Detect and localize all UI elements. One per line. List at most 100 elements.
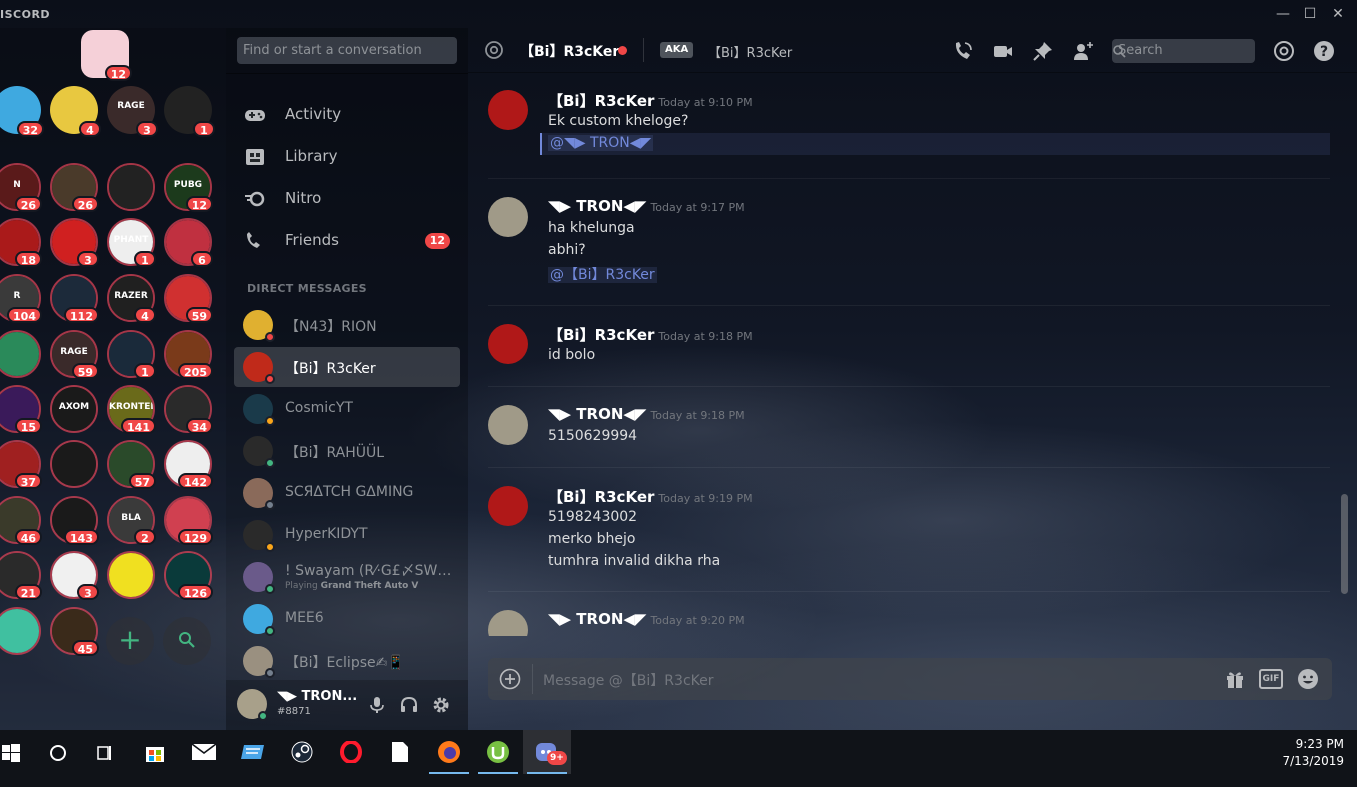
message-scrollbar[interactable] [1341,494,1348,594]
dm-item[interactable]: ! Swayam (R⁄·G£〆SW… Playing Grand Theft A… [234,557,460,597]
user-mention[interactable]: @【Bi】R3cKer [548,267,657,283]
nav-nitro[interactable]: Nitro [234,181,460,217]
message-avatar[interactable] [488,610,528,636]
discover-servers-button[interactable] [163,617,211,665]
firefox-app[interactable] [425,730,473,774]
server-icon[interactable]: 1 [107,330,156,379]
dm-item[interactable]: SCЯΔTCH GΔΜΙΝG [234,473,460,513]
server-icon[interactable]: PUBG 12 [164,163,213,212]
find-conversation-input[interactable]: Find or start a conversation [237,37,457,64]
dm-item[interactable]: HyperKIDYT [234,515,460,555]
dm-item[interactable]: 【Bi】Eclipse✍📱 [234,641,460,681]
dm-item[interactable]: MEE6 [234,599,460,639]
server-icon[interactable]: 126 [164,551,213,600]
server-icon[interactable]: 59 [164,274,213,323]
server-icon[interactable]: RAZER 4 [107,274,156,323]
video-call-icon[interactable] [992,40,1014,62]
nav-library[interactable]: Library [234,139,460,175]
maximize-button[interactable]: ☐ [1299,4,1321,24]
steam-app[interactable] [278,730,326,774]
server-icon[interactable] [0,607,41,655]
microphone-icon[interactable] [367,695,387,715]
start-button[interactable] [0,730,34,774]
dm-item[interactable]: 【Bi】RAHÜÜL [234,431,460,471]
message-input[interactable]: Message @【Bi】R3cKer [543,670,714,690]
emoji-icon[interactable] [1297,668,1319,690]
voice-call-icon[interactable] [952,40,974,62]
server-icon[interactable]: 3 [50,551,99,600]
server-icon[interactable] [107,163,155,211]
server-icon[interactable]: 205 [164,330,213,379]
server-icon[interactable]: 15 [0,385,42,434]
server-icon[interactable]: KRONTEN 141 [107,385,156,434]
server-icon[interactable]: 21 [0,551,42,600]
server-icon[interactable]: PHANT 1 [107,218,156,267]
gif-button[interactable]: GIF [1259,669,1283,689]
settings-gear-icon[interactable] [431,695,451,715]
header-search-input[interactable]: Search [1112,39,1255,63]
server-icon[interactable]: 4 [50,86,101,137]
server-icon[interactable]: 34 [164,385,213,434]
server-icon[interactable]: R 104 [0,274,42,323]
mentions-icon[interactable] [1273,40,1295,62]
server-icon[interactable]: RAGE 59 [50,330,99,379]
server-icon[interactable]: 32 [0,86,44,137]
message-author[interactable]: 【Bi】R3cKer Today at 9:10 PM [548,90,753,111]
system-clock[interactable]: 9:23 PM 7/13/2019 [1282,736,1344,770]
message-avatar[interactable] [488,486,528,526]
message-author[interactable]: ◥▶ TRON◀◤ Today at 9:17 PM [548,197,745,215]
headphones-icon[interactable] [399,695,419,715]
task-view-button[interactable] [81,730,129,774]
server-icon[interactable]: 57 [107,440,156,489]
message-avatar[interactable] [488,90,528,130]
server-icon[interactable]: AXOM [50,385,98,433]
server-icon[interactable]: 6 [164,218,213,267]
server-icon[interactable]: 45 [50,607,99,656]
server-icon[interactable] [0,330,41,378]
message-author[interactable]: 【Bi】R3cKer Today at 9:19 PM [548,486,753,507]
upload-plus-icon[interactable] [499,668,521,690]
utorrent-app[interactable] [474,730,522,774]
opera-app[interactable] [327,730,375,774]
message-avatar[interactable] [488,197,528,237]
server-icon[interactable]: 1 [164,86,215,137]
server-icon[interactable]: 3 [50,218,99,267]
dm-item[interactable]: CosmicYT [234,389,460,429]
server-icon[interactable]: 37 [0,440,42,489]
dm-item[interactable]: 【Bi】R3cKer [234,347,460,387]
server-icon[interactable]: BLA 2 [107,496,156,545]
server-icon[interactable]: 26 [50,163,99,212]
server-icon[interactable]: RAGE 3 [107,86,158,137]
add-friend-icon[interactable] [1072,40,1094,62]
user-mention[interactable]: @◥▶ TRON◀◤ [548,135,654,151]
server-icon[interactable]: N 26 [0,163,42,212]
minimize-button[interactable]: — [1272,4,1294,24]
message-author[interactable]: 【Bi】R3cKer Today at 9:18 PM [548,324,753,345]
message-author[interactable]: ◥▶ TRON◀◤ Today at 9:20 PM [548,610,745,628]
dm-item[interactable]: 【N43】RION [234,305,460,345]
help-icon[interactable]: ? [1313,40,1335,62]
server-icon[interactable]: 129 [164,496,213,545]
gift-icon[interactable] [1224,668,1246,690]
store-app[interactable] [131,730,179,774]
mail-app[interactable] [180,730,228,774]
server-icon[interactable] [50,440,98,488]
message-avatar[interactable] [488,324,528,364]
discord-app[interactable]: 9+ [523,730,571,774]
server-icon[interactable]: 142 [164,440,213,489]
file-app[interactable] [376,730,424,774]
message-avatar[interactable] [488,405,528,445]
server-icon[interactable] [107,551,155,599]
message-author[interactable]: ◥▶ TRON◀◤ Today at 9:18 PM [548,405,745,423]
server-icon[interactable]: 143 [50,496,99,545]
nav-activity[interactable]: Activity [234,97,460,133]
nav-friends[interactable]: Friends 12 [234,223,460,259]
explorer-app[interactable] [229,730,277,774]
close-button[interactable]: ✕ [1327,4,1349,24]
server-icon[interactable]: 18 [0,218,42,267]
server-icon[interactable]: 46 [0,496,42,545]
home-avatar[interactable]: 12 [81,30,132,81]
server-icon[interactable]: 112 [50,274,99,323]
add-server-button[interactable]: + [106,617,154,665]
pin-icon[interactable] [1032,40,1054,62]
